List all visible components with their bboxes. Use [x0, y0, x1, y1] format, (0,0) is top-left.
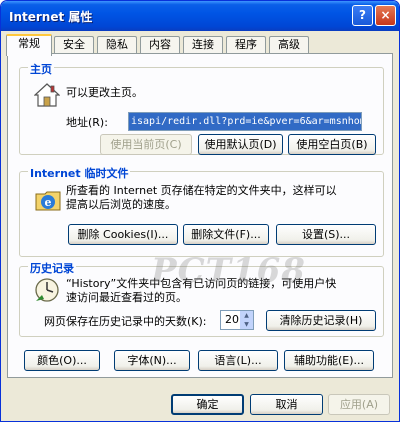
home-icon	[33, 82, 61, 108]
tab-content[interactable]: 内容	[140, 36, 180, 54]
help-button[interactable]: ?	[352, 5, 373, 26]
accessibility-button[interactable]: 辅助功能(E)...	[284, 350, 374, 371]
colors-button[interactable]: 颜色(O)...	[24, 350, 100, 371]
close-button[interactable]: ×	[375, 5, 396, 26]
home-description: 可以更改主页。	[66, 86, 143, 99]
use-blank-button[interactable]: 使用空白页(B)	[288, 134, 376, 155]
history-days-value: 20	[225, 313, 239, 326]
title-bar[interactable]: Internet 属性 ? ×	[1, 1, 399, 31]
spinner-up-icon[interactable]: ▲	[240, 311, 253, 320]
cancel-button[interactable]: 取消	[250, 394, 323, 415]
home-address-input[interactable]: isapi/redir.dll?prd=ie&pver=6&ar=msnhome	[128, 112, 362, 131]
history-group-title: 历史记录	[28, 260, 76, 276]
tab-programs[interactable]: 程序	[226, 36, 266, 54]
tab-advanced[interactable]: 高级	[269, 36, 309, 54]
tab-security[interactable]: 安全	[54, 36, 94, 54]
delete-files-button[interactable]: 删除文件(F)...	[183, 224, 269, 245]
tab-connections[interactable]: 连接	[183, 36, 223, 54]
home-page-group: 主页 可以更改主页。 地址(R): isapi/redir.dll?prd=ie…	[19, 61, 384, 155]
delete-cookies-button[interactable]: 删除 Cookies(I)...	[68, 224, 178, 245]
internet-options-window: Internet 属性 ? × 常规 安全 隐私 内容 连接 程序 高级 主页 …	[0, 0, 400, 422]
history-icon	[34, 277, 60, 303]
fonts-button[interactable]: 字体(N)...	[114, 350, 190, 371]
history-days-spinner[interactable]: 20 ▲ ▼	[220, 310, 254, 330]
ie-folder-icon: e	[34, 186, 62, 214]
history-days-label: 网页保存在历史记录中的天数(K):	[44, 315, 207, 328]
temp-files-group: Internet 临时文件 e 所查看的 Internet 页存储在特定的文件夹…	[19, 165, 384, 257]
address-label: 地址(R):	[66, 116, 108, 129]
temp-files-group-title: Internet 临时文件	[28, 165, 131, 181]
history-description-2: 速访问最近查看过的页。	[66, 291, 187, 304]
tab-general[interactable]: 常规	[6, 34, 52, 56]
tab-privacy[interactable]: 隐私	[97, 36, 137, 54]
watermark-logo: PCT168	[151, 251, 306, 291]
window-title: Internet 属性	[9, 10, 93, 24]
svg-text:e: e	[45, 196, 52, 209]
use-current-button[interactable]: 使用当前页(C)	[100, 134, 192, 155]
clear-history-button[interactable]: 清除历史记录(H)	[266, 310, 376, 331]
apply-button[interactable]: 应用(A)	[328, 394, 390, 415]
spinner-arrows[interactable]: ▲ ▼	[240, 311, 253, 329]
temp-files-description-2: 提高以后浏览的速度。	[66, 198, 176, 211]
ok-button[interactable]: 确定	[171, 394, 244, 415]
spinner-down-icon[interactable]: ▼	[240, 320, 253, 329]
general-tab-panel: 主页 可以更改主页。 地址(R): isapi/redir.dll?prd=ie…	[7, 53, 393, 378]
settings-button[interactable]: 设置(S)...	[276, 224, 376, 245]
use-default-button[interactable]: 使用默认页(D)	[198, 134, 283, 155]
home-page-group-title: 主页	[28, 61, 54, 77]
languages-button[interactable]: 语言(L)...	[198, 350, 278, 371]
